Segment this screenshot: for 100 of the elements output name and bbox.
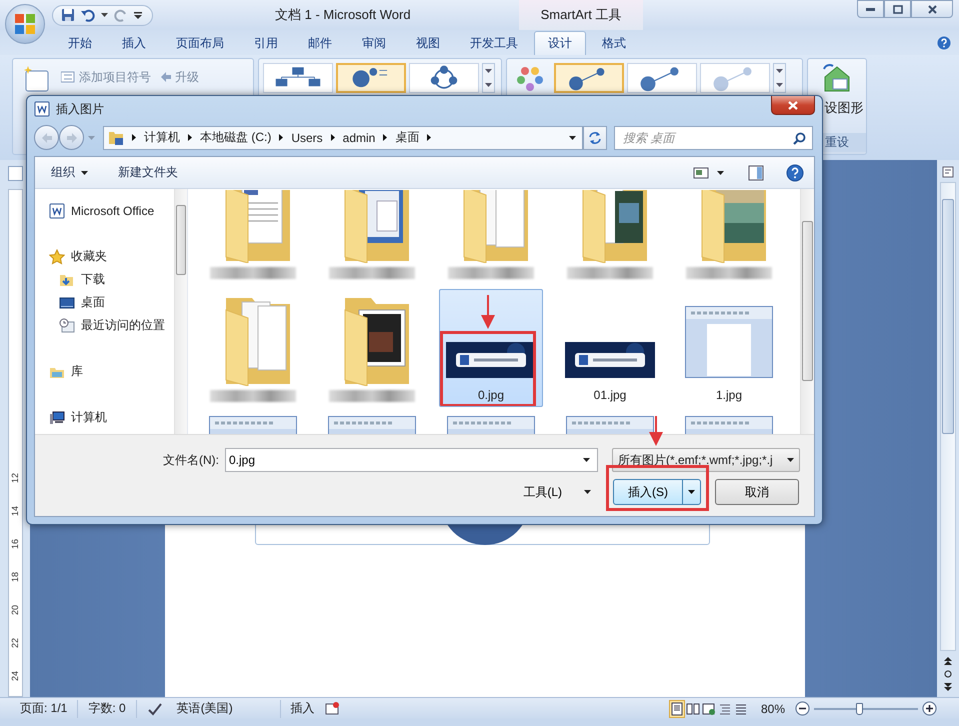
scrollbar-thumb[interactable] [176, 205, 186, 275]
macro-record-icon[interactable] [324, 702, 339, 716]
style-thumbnail[interactable] [627, 63, 697, 93]
refresh-button[interactable] [583, 126, 607, 150]
caret-icon [776, 83, 783, 87]
back-button[interactable] [34, 125, 59, 150]
slider-thumb[interactable] [856, 702, 863, 714]
caret-icon [485, 83, 492, 87]
organize-menu[interactable]: 组织 [51, 161, 88, 184]
reset-graphic-label: 设图形 [824, 99, 864, 117]
left-arrow-icon [161, 72, 171, 82]
tab-selector[interactable] [8, 166, 22, 181]
office-logo-icon [13, 12, 37, 36]
close-icon [788, 100, 798, 110]
breadcrumb-item[interactable]: 桌面 [395, 129, 420, 146]
scrollbar-thumb[interactable] [802, 221, 813, 381]
proofing-icon[interactable] [146, 702, 163, 716]
layout-thumbnail[interactable] [263, 63, 333, 93]
restore-icon [892, 4, 902, 14]
gallery-scroll-button[interactable] [482, 63, 495, 93]
page-count: 页面: 1/1 [10, 700, 78, 718]
style-thumbnail[interactable] [700, 63, 770, 93]
scrollbar-thumb[interactable] [942, 199, 954, 434]
nav-item[interactable]: 收藏夹 [49, 245, 174, 268]
close-button[interactable] [771, 96, 815, 115]
style-thumbnail[interactable] [554, 63, 624, 93]
filename-field[interactable]: 0.jpg [225, 448, 598, 472]
ribbon-tab[interactable]: 设计 [534, 31, 586, 55]
scrollbar[interactable] [800, 189, 814, 434]
ribbon-tab[interactable]: 页面布局 [162, 31, 238, 55]
file-item[interactable]: 0.jpg [439, 289, 543, 407]
new-folder-button[interactable]: 新建文件夹 [118, 161, 178, 184]
office-button[interactable] [5, 4, 45, 44]
dialog-title: 插入图片 [56, 100, 104, 118]
view-options-icon[interactable] [693, 166, 709, 180]
vertical-scrollbar[interactable] [940, 182, 956, 651]
refresh-icon [588, 130, 602, 145]
address-bar[interactable]: 计算机 本地磁盘 (C:) Users admin 桌面 [103, 126, 583, 150]
tools-menu[interactable]: 工具(L) [523, 484, 591, 500]
minimize-button[interactable] [857, 0, 884, 18]
next-page-icon[interactable] [944, 683, 952, 691]
layout-thumbnail[interactable] [409, 63, 479, 93]
previous-page-icon[interactable] [944, 657, 952, 665]
view-icon [670, 702, 684, 716]
layout-thumbnail[interactable] [336, 63, 406, 93]
new-shape-icon[interactable] [23, 65, 51, 93]
ribbon-tab[interactable]: 开发工具 [456, 31, 532, 55]
nav-item[interactable]: Microsoft Office [49, 199, 174, 222]
ribbon-tab[interactable]: 视图 [402, 31, 454, 55]
restore-button[interactable] [884, 0, 911, 18]
cancel-button[interactable]: 取消 [715, 479, 799, 505]
ruler-toggle-icon[interactable] [942, 166, 954, 178]
forward-button[interactable] [59, 125, 84, 150]
view-icon [702, 702, 716, 716]
browse-object-icon[interactable] [944, 670, 952, 678]
insert-button[interactable]: 插入(S) [613, 479, 701, 505]
ribbon-tab[interactable]: 格式 [588, 31, 640, 55]
ruler-number: 20 [10, 604, 20, 614]
preview-pane-icon[interactable] [748, 164, 764, 180]
ribbon-tab[interactable]: 引用 [240, 31, 292, 55]
breadcrumb-item[interactable]: Users [291, 130, 323, 145]
view-button[interactable] [668, 700, 685, 718]
help-icon[interactable] [786, 164, 804, 182]
search-field[interactable]: 搜索 桌面 [614, 126, 813, 150]
ruler-number: 22 [10, 638, 20, 648]
nav-item[interactable]: 库 [49, 360, 174, 383]
gallery-scroll-button[interactable] [773, 63, 786, 93]
breadcrumb-item[interactable]: 本地磁盘 (C:) [200, 129, 272, 146]
undo-icon[interactable] [81, 8, 95, 22]
view-icon [686, 702, 700, 716]
zoom-in-icon[interactable] [922, 701, 937, 716]
dropdown-caret-icon [688, 490, 695, 494]
file-type-dropdown[interactable]: 所有图片(*.emf;*.wmf;*.jpg;*.j [612, 448, 800, 472]
folder-icon [108, 130, 124, 146]
file-item[interactable]: 01.jpg [558, 289, 662, 407]
scrollbar[interactable] [174, 189, 187, 434]
help-icon[interactable] [937, 36, 951, 50]
caret-icon [485, 69, 492, 73]
breadcrumb-item[interactable]: 计算机 [144, 129, 180, 146]
recent-icon [59, 318, 75, 334]
ribbon-tab[interactable]: 开始 [54, 31, 106, 55]
breadcrumb-item[interactable]: admin [342, 130, 376, 145]
chevron-icon [132, 134, 136, 142]
close-button[interactable] [911, 0, 953, 18]
save-icon[interactable] [61, 8, 75, 22]
chevron-icon [188, 134, 192, 142]
nav-item[interactable]: 下载 [49, 268, 174, 291]
zoom-out-icon[interactable] [795, 701, 810, 716]
customize-menu-icon[interactable] [134, 12, 142, 18]
ribbon-tab[interactable]: 审阅 [348, 31, 400, 55]
contextual-tab-group-label: SmartArt 工具 [518, 0, 644, 30]
nav-item[interactable]: 计算机 [49, 406, 174, 429]
nav-item[interactable]: 桌面 [49, 291, 174, 314]
insert-mode-indicator: 插入 [290, 700, 316, 717]
nav-item[interactable]: 最近访问的位置 [49, 314, 174, 337]
ribbon-tab[interactable]: 邮件 [294, 31, 346, 55]
file-item[interactable]: 1.jpg [677, 289, 781, 407]
ruler-number: 18 [10, 572, 20, 582]
ribbon-tab[interactable]: 插入 [108, 31, 160, 55]
computer-icon [49, 410, 65, 426]
